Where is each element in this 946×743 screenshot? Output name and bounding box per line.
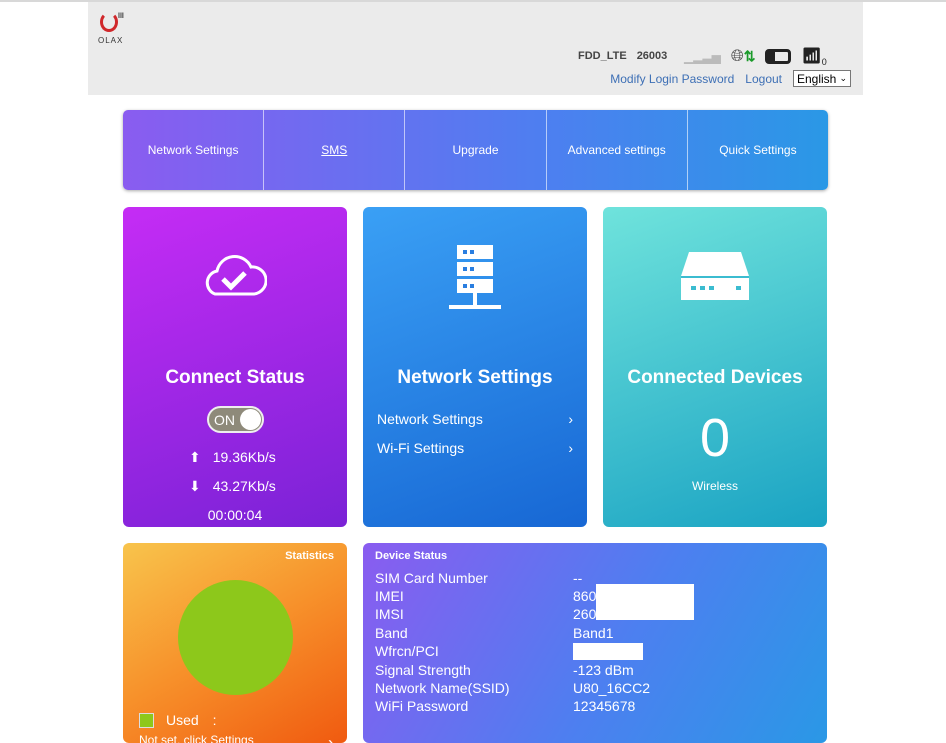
logout-link[interactable]: Logout [745, 72, 782, 86]
connect-status-title: Connect Status [165, 367, 305, 388]
connection-toggle[interactable]: ON [207, 406, 264, 433]
olax-logo: lll OLAX [98, 12, 124, 45]
router-icon [681, 252, 749, 300]
status-row: WiFi Password 12345678 [375, 698, 636, 714]
usage-pie [178, 580, 293, 695]
language-select[interactable]: English ⌄ [793, 70, 851, 87]
header: lll OLAX FDD_LTE 26003 ▁▂▃▅ 🌐︎⇅ 📶︎0 Modify… [88, 2, 863, 95]
used-swatch [139, 712, 154, 728]
globe-icon: 🌐︎⇅ [730, 47, 756, 65]
wifi-settings-link[interactable]: Wi-Fi Settings › [377, 440, 573, 456]
modify-password-link[interactable]: Modify Login Password [610, 72, 734, 86]
nav-upgrade[interactable]: Upgrade [405, 110, 547, 190]
network-settings-link[interactable]: Network Settings › [377, 411, 573, 427]
connection-duration: 00:00:04 [207, 507, 263, 523]
used-legend: Used : [139, 710, 217, 730]
connected-devices-title: Connected Devices [627, 367, 803, 388]
download-rate: ⬇ 43.27Kb/s [189, 478, 276, 494]
wireless-label: Wireless [691, 479, 738, 493]
server-icon [449, 245, 501, 309]
device-status-title: Device Status [375, 550, 448, 562]
status-row: Band Band1 [375, 625, 614, 641]
nav-quick-settings[interactable]: Quick Settings [688, 110, 828, 190]
upload-rate: ⬆ 19.36Kb/s [189, 449, 276, 465]
arrow-down-icon: ⬇ [189, 478, 201, 494]
data-transfer-icon: ⇅ [743, 47, 756, 64]
chevron-right-icon: › [568, 440, 573, 456]
nav-sms[interactable]: SMS [264, 110, 406, 190]
status-row: IMSI 260 [375, 606, 597, 622]
nav-advanced-settings[interactable]: Advanced settings [547, 110, 688, 190]
statistics-settings-link[interactable]: Not set, click Settings › [139, 733, 334, 743]
device-count: 0 [699, 408, 731, 468]
redaction [573, 643, 643, 660]
sim-card-icon [765, 49, 792, 65]
statistics-title: Statistics [285, 550, 334, 562]
network-settings-title: Network Settings [397, 367, 553, 388]
arrow-up-icon: ⬆ [189, 449, 201, 465]
chevron-right-icon: › [568, 411, 573, 427]
network-settings-card: Network Settings Network Settings › Wi-Fi… [363, 207, 587, 527]
status-row: Signal Strength -123 dBm [375, 662, 634, 678]
chevron-down-icon: ⌄ [839, 73, 847, 83]
operator-code: 26003 [636, 50, 668, 62]
network-info: FDD_LTE 26003 [578, 50, 677, 62]
wifi-icon: 📶︎0 [801, 48, 827, 68]
device-status-card: Device Status SIM Card Number -- IMEI 860 … [363, 543, 827, 743]
connect-status-card: Connect Status ON ⬆ 19.36Kb/s ⬇ 43.27Kb/s … [123, 207, 347, 527]
statistics-card: Statistics Used : Not set, click Setting… [123, 543, 347, 743]
redaction [596, 584, 695, 620]
cloud-check-icon [205, 255, 267, 296]
status-row: SIM Card Number -- [375, 570, 583, 586]
status-row: Wfrcn/PCI [375, 643, 643, 660]
connected-devices-card: Connected Devices 0 Wireless [603, 207, 827, 527]
nav-network-settings[interactable]: Network Settings [123, 110, 265, 190]
status-row: Network Name(SSID) U80_16CC2 [375, 680, 651, 696]
signal-strength-icon: ▁▂▃▅ [684, 49, 721, 64]
chevron-right-icon: › [328, 733, 334, 743]
network-type: FDD_LTE [578, 50, 627, 62]
main-nav: Network Settings SMS Upgrade Advanced se… [123, 110, 828, 190]
